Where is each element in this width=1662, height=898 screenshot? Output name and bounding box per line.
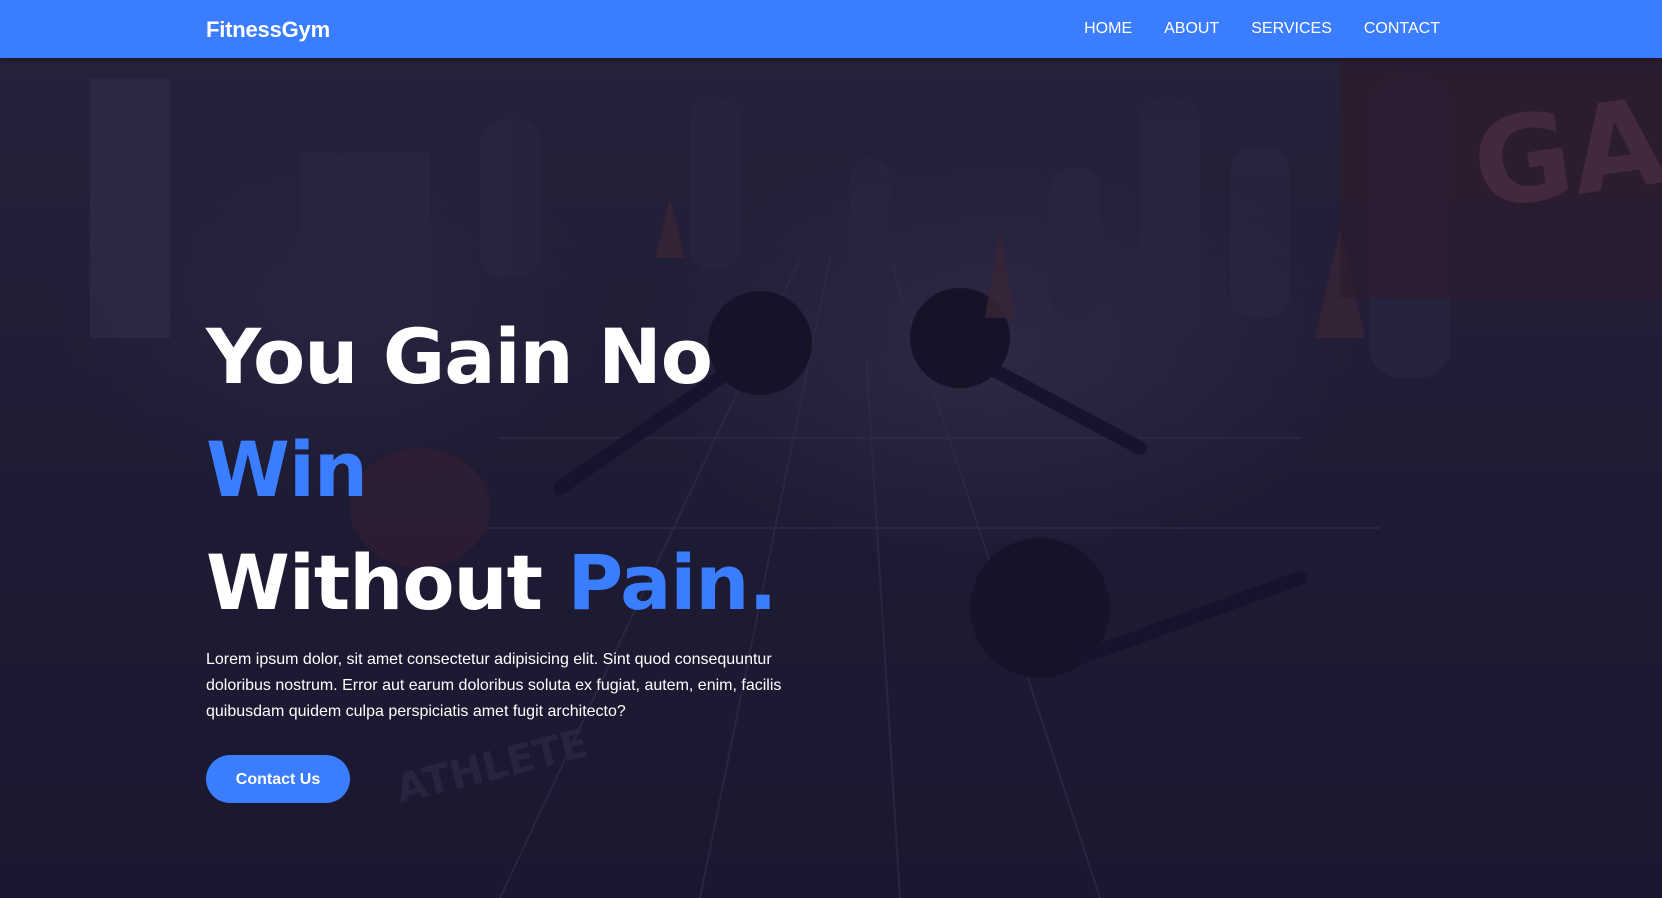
brand-logo[interactable]: FitnessGym [206, 17, 330, 43]
nav-link-about[interactable]: ABOUT [1164, 19, 1219, 39]
headline-line-3-accent: Pain. [567, 538, 777, 627]
contact-us-button[interactable]: Contact Us [206, 755, 350, 803]
hero-content: You Gain No Win Without Pain. Lorem ipsu… [206, 300, 846, 803]
nav-link-contact[interactable]: CONTACT [1364, 19, 1440, 39]
nav-menu: HOME ABOUT SERVICES CONTACT [1084, 19, 1440, 39]
top-navbar: FitnessGym HOME ABOUT SERVICES CONTACT [0, 0, 1662, 58]
hero-headline: You Gain No Win Without Pain. [206, 300, 846, 639]
hero-description: Lorem ipsum dolor, sit amet consectetur … [206, 651, 782, 720]
headline-line-1: You Gain No [206, 312, 713, 401]
hero-section: GA ATHLETE You Gain No Win Without Pain.… [0, 58, 1662, 898]
nav-link-home[interactable]: HOME [1084, 19, 1132, 39]
nav-link-services[interactable]: SERVICES [1251, 19, 1332, 39]
headline-line-3: Without [206, 538, 568, 627]
headline-line-2-accent: Win [206, 425, 368, 514]
